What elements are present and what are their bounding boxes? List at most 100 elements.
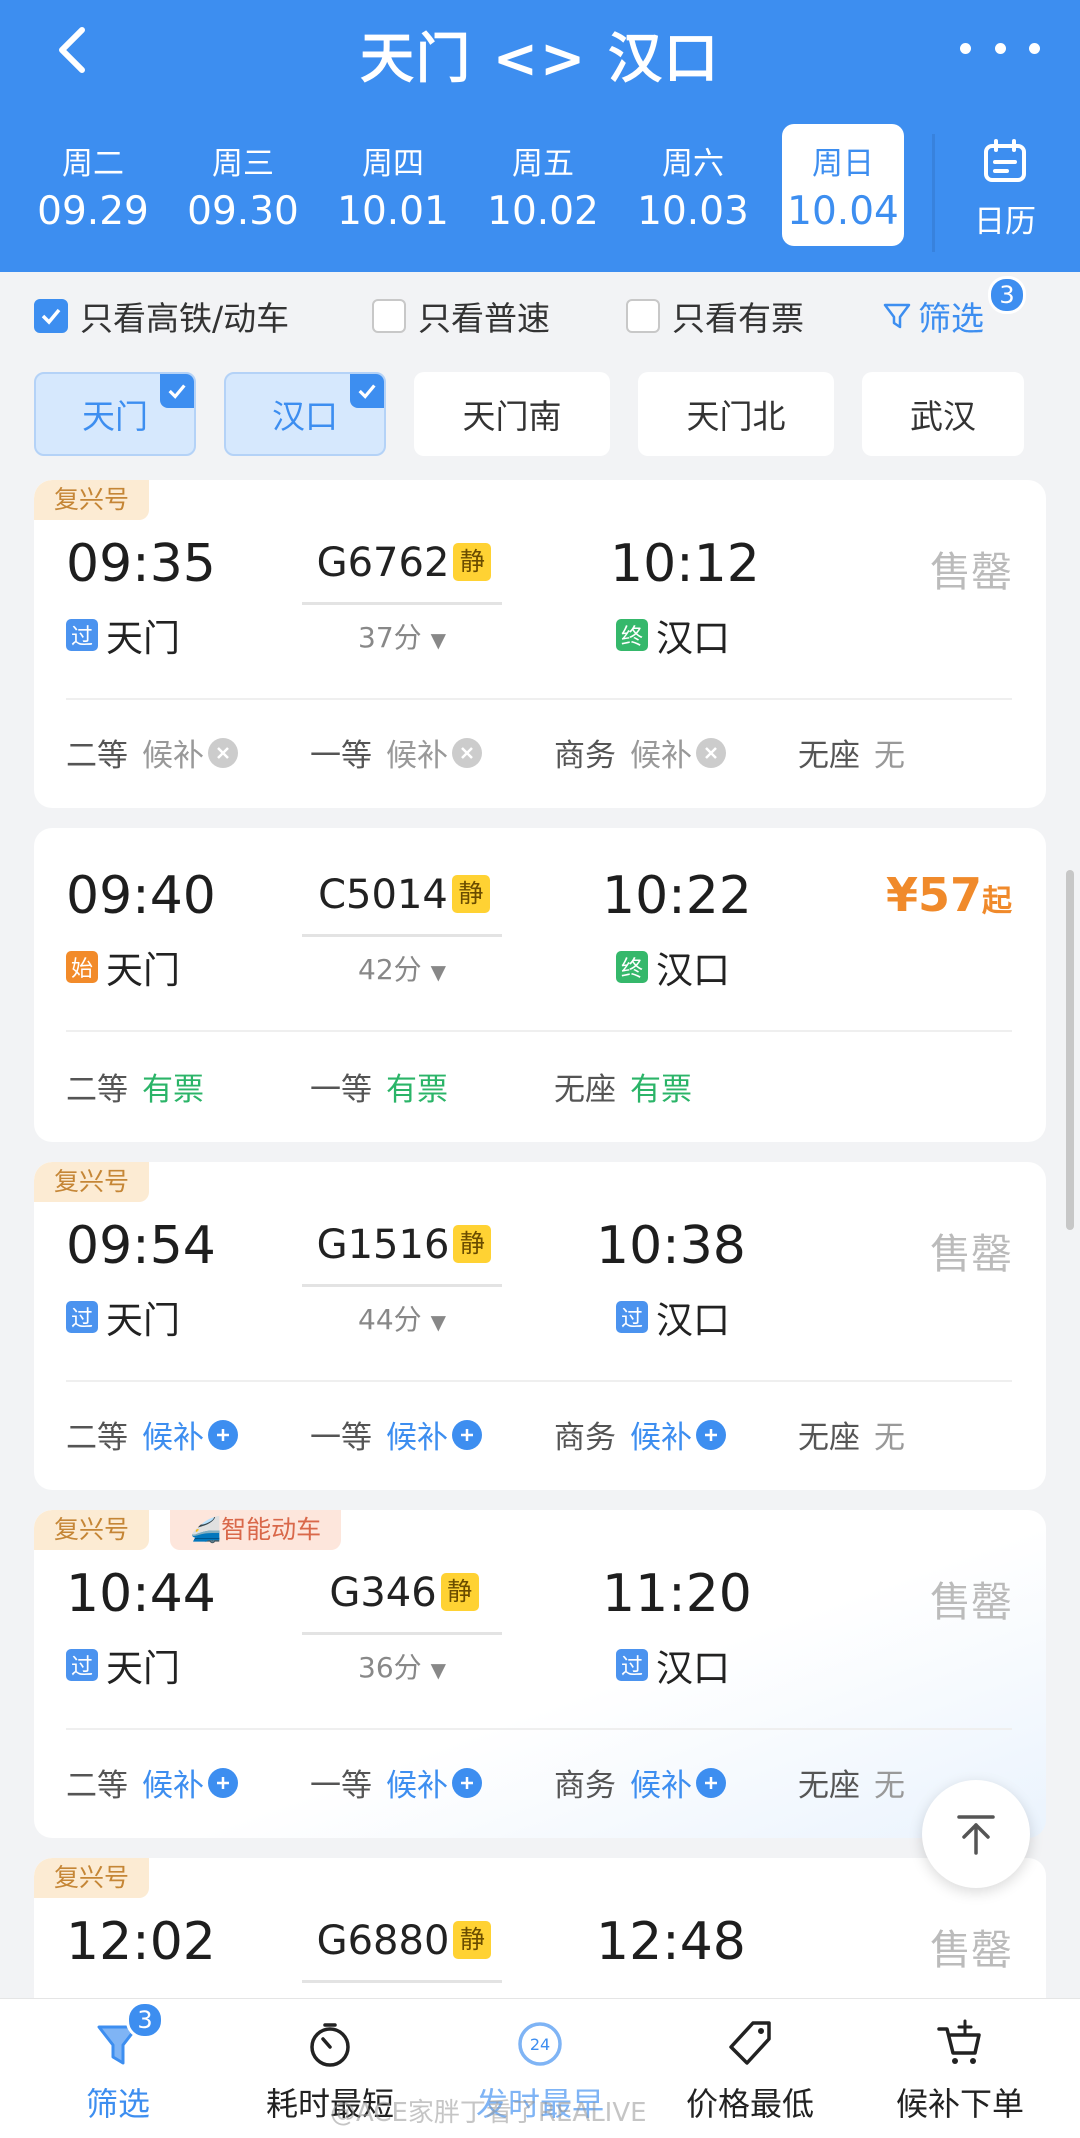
date-tab[interactable]: 周五 10.02 [468, 124, 618, 246]
seat-status: 候补 [630, 738, 692, 774]
tab-waitlist-order[interactable]: 候补下单 [860, 1999, 1060, 2138]
seat-name: 商务 [554, 1420, 616, 1456]
seat-first-class[interactable]: 一等 候补 [310, 1412, 482, 1457]
train-line [302, 934, 502, 937]
seat-first-class: 一等 有票 [310, 1064, 448, 1109]
station-name: 汉口 [656, 1647, 730, 1690]
arrival-station: 终 汉口 [616, 608, 730, 662]
seat-status: 候补 [386, 738, 448, 774]
seat-name: 无座 [798, 1768, 860, 1804]
train-number: G6762 静 [304, 540, 504, 586]
train-card[interactable]: 09:40 始 天门 C5014 静 42分 ▼ 10:22 终 汉口 ¥57起 … [34, 828, 1046, 1142]
tab-filter[interactable]: 筛选 3 [18, 1999, 218, 2138]
top-bar: 天门 <> 汉口 [0, 0, 1080, 110]
arrival-time: 10:22 [602, 866, 752, 926]
quiet-car-badge: 静 [440, 1573, 479, 1611]
cart-plus-icon [937, 2019, 981, 2064]
train-card[interactable]: 复兴号 09:35 过 天门 G6762 静 37分 ▼ 10:12 终 汉口 售… [34, 480, 1046, 808]
seat-status: 候补 [630, 1768, 692, 1804]
duration-text: 37分 [358, 621, 422, 654]
station-chip-tianmen-north[interactable]: 天门北 [638, 372, 834, 456]
date-tab-selected[interactable]: 周日 10.04 [782, 124, 904, 246]
arrival-station: 过 汉口 [616, 1290, 730, 1344]
train-card[interactable]: 复兴号 09:54 过 天门 G1516 静 44分 ▼ 10:38 过 汉口 售… [34, 1162, 1046, 1490]
arrival-station: 终 汉口 [616, 940, 730, 994]
card-divider [66, 1380, 1012, 1382]
quiet-car-badge: 静 [453, 1921, 492, 1959]
station-chip-tianmen-south[interactable]: 天门南 [414, 372, 610, 456]
station-chip-label: 天门 [82, 397, 148, 436]
more-button[interactable] [960, 28, 1040, 68]
seat-second-class[interactable]: 二等 候补 [66, 1760, 238, 1805]
station-chip-hankou[interactable]: 汉口 [224, 372, 386, 456]
train-number: G1516 静 [304, 1222, 504, 1268]
date-value: 10.04 [787, 189, 899, 234]
arrow-up-icon [957, 1815, 995, 1855]
checkbox-label: 只看高铁/动车 [80, 299, 290, 338]
normal-only-checkbox[interactable]: 只看普速 [372, 290, 550, 342]
fuxing-tag: 复兴号 [34, 1162, 150, 1202]
departure-time: 09:35 [66, 534, 216, 594]
train-line [302, 1632, 502, 1635]
svg-text:24: 24 [530, 2035, 550, 2054]
price-value: ¥57 [885, 868, 982, 922]
checkbox-empty-icon [626, 299, 660, 333]
seat-status: 有票 [386, 1072, 448, 1108]
close-circle-icon [208, 737, 238, 768]
back-to-top-button[interactable] [922, 1780, 1030, 1888]
seat-no-seat: 无座 无 [798, 1760, 905, 1805]
train-card[interactable]: 复兴号 🚄智能动车 10:44 过 天门 G346 静 36分 ▼ 11:20 过… [34, 1510, 1046, 1838]
departure-station: 过 天门 [66, 608, 180, 662]
fuxing-tag: 复兴号 [34, 480, 150, 520]
train-line [302, 1980, 502, 1983]
scrollbar[interactable] [1066, 870, 1074, 1230]
seat-first-class[interactable]: 一等 候补 [310, 1760, 482, 1805]
duration-toggle[interactable]: 42分 ▼ [302, 948, 502, 988]
departure-time: 09:40 [66, 866, 216, 926]
train-number: C5014 静 [304, 872, 504, 918]
duration-toggle[interactable]: 36分 ▼ [302, 1646, 502, 1686]
seat-status: 候补 [142, 1420, 204, 1456]
station-name: 汉口 [656, 617, 730, 660]
station-chip-wuhan[interactable]: 武汉 [862, 372, 1024, 456]
seat-first-class: 一等 候补 [310, 730, 482, 775]
calendar-icon [984, 139, 1026, 182]
station-name: 天门 [106, 617, 180, 660]
date-tab[interactable]: 周二 09.29 [18, 124, 168, 246]
calendar-button[interactable]: 日历 [950, 134, 1060, 252]
high-speed-only-checkbox[interactable]: 只看高铁/动车 [34, 290, 289, 342]
station-chip-label: 天门北 [686, 397, 786, 436]
pass-mark: 过 [616, 1301, 648, 1333]
date-tab[interactable]: 周四 10.01 [318, 124, 468, 246]
date-tab[interactable]: 周六 10.03 [618, 124, 768, 246]
station-chips: 天门 汉口 天门南 天门北 武汉 [0, 372, 1080, 458]
station-chip-tianmen[interactable]: 天门 [34, 372, 196, 456]
more-dot-icon [1029, 42, 1040, 54]
seat-business-class[interactable]: 商务 候补 [554, 1760, 726, 1805]
duration-toggle[interactable]: 44分 ▼ [302, 1298, 502, 1338]
seat-business-class: 商务 候补 [554, 730, 726, 775]
seat-status: 无 [874, 1420, 905, 1456]
pass-mark: 过 [66, 1301, 98, 1333]
filter-funnel-icon [883, 303, 911, 329]
seat-business-class[interactable]: 商务 候补 [554, 1412, 726, 1457]
plus-circle-icon [696, 1419, 726, 1450]
station-name: 天门 [106, 1647, 180, 1690]
seat-name: 二等 [66, 1072, 128, 1108]
quiet-car-badge: 静 [453, 1225, 492, 1263]
date-weekday: 周三 [212, 146, 274, 182]
filter-button[interactable]: 筛选 [882, 290, 984, 342]
available-only-checkbox[interactable]: 只看有票 [626, 290, 804, 342]
date-tab[interactable]: 周三 09.30 [168, 124, 318, 246]
filter-count-badge: 3 [126, 2001, 164, 2039]
tab-lowest-price[interactable]: 价格最低 [650, 1999, 850, 2138]
more-dot-icon [994, 42, 1006, 54]
card-divider [66, 1030, 1012, 1032]
train-number: G346 静 [304, 1570, 504, 1616]
seat-name: 一等 [310, 1768, 372, 1804]
departure-station: 过 天门 [66, 1638, 180, 1692]
duration-toggle[interactable]: 37分 ▼ [302, 616, 502, 656]
seat-second-class[interactable]: 二等 候补 [66, 1412, 238, 1457]
pass-mark: 过 [616, 1649, 648, 1681]
seat-status: 有票 [142, 1072, 204, 1108]
